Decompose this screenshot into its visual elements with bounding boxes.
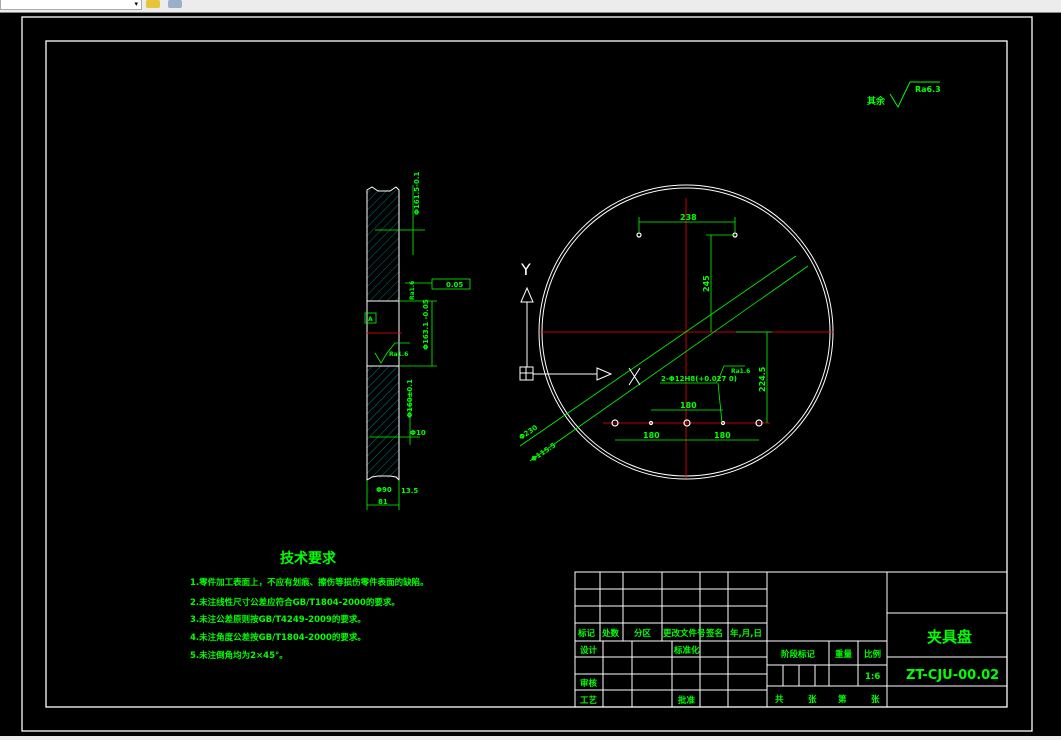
drawing-text: 更改文件号: [663, 628, 706, 639]
drawing-text: 1.零件加工表面上，不应有划痕、擦伤等损伤零件表面的缺陷。: [190, 577, 429, 588]
drawing-text: Ra1.6: [409, 281, 416, 300]
layer-properties-icon[interactable]: [146, 0, 160, 8]
drawing-entity: [21, 16, 1033, 732]
drawing-text: 张: [871, 695, 880, 705]
outer-frame: [21, 16, 1033, 732]
drawing-text: 签名: [705, 628, 723, 639]
drawing-text: 技术要求: [280, 550, 337, 567]
drawing-entity: [367, 190, 399, 301]
drawing-text: 4.未注角度公差按GB/T1804-2000的要求。: [190, 632, 366, 643]
drawing-number: ZT-CJU-00.02: [906, 668, 999, 683]
drawing-text: 比例: [864, 649, 882, 660]
drawing-text: 1:6: [865, 672, 880, 682]
plan-view: Y X 238 245 224.5 180 180 180 Φ230 Φ115.…: [518, 184, 834, 480]
drawing-text: 2-Φ12H8(+0.027 0): [661, 375, 737, 383]
drawing-entity: [520, 286, 534, 303]
drawing-text: 245: [702, 275, 711, 292]
drawing-text: Φ10: [410, 429, 426, 437]
drawing-text: 分区: [634, 628, 652, 639]
drawing-text: Φ230: [518, 423, 540, 441]
drawing-text: Φ115.5: [530, 441, 558, 463]
drawing-text: 180: [643, 431, 660, 440]
drawing-text: Y: [520, 260, 531, 279]
layer-dropdown[interactable]: ▾: [0, 0, 142, 10]
drawing-text: 其余: [867, 95, 886, 107]
status-bar: [0, 736, 1061, 740]
drawing-text: 13.5: [401, 487, 418, 495]
drawing-canvas[interactable]: 其余 Ra6.3 Φ161.5-0.1 Φ163.1 -0.05 Φ160±0.…: [0, 13, 1061, 736]
drawing-text: Ra1.6: [731, 368, 750, 375]
dropdown-arrow-icon[interactable]: ▾: [134, 0, 138, 8]
drawing-text: 0.05: [446, 281, 463, 289]
drawing-text: 2.未注线性尺寸公差应符合GB/T1804-2000的要求。: [190, 597, 400, 608]
drawing-text: 238: [680, 213, 697, 222]
drawing-text: 工艺: [580, 695, 598, 706]
toolbar: ▾: [0, 0, 1061, 13]
drawing-text: 共: [775, 694, 784, 705]
drawing-entity: [611, 232, 763, 427]
drawing-text: 81: [378, 498, 388, 506]
part-name: 夹具盘: [927, 628, 972, 646]
drawing-text: 阶段标记: [781, 649, 816, 660]
drawing-text: A: [368, 316, 373, 323]
drawing-text: 审核: [580, 678, 598, 689]
drawing-entity: [628, 367, 641, 386]
surface-roughness-note: 其余 Ra6.3: [867, 81, 941, 109]
drawing-text: 重量: [835, 649, 853, 660]
drawing-text: Φ160±0.1: [406, 379, 414, 418]
drawing-text: Φ163.1 -0.05: [422, 299, 430, 350]
drawing-text: 设计: [580, 645, 598, 656]
drawing-entity: [596, 367, 613, 381]
drawing-entity: [519, 217, 809, 462]
title-block-text: 标记 处数 分区 更改文件号 签名 年,月,日 设计 标准化 审核 工艺 批准 …: [577, 628, 999, 706]
drawing-entity: [367, 366, 399, 478]
drawing-text: Ra6.3: [915, 85, 941, 94]
drawing-text: 年,月,日: [730, 628, 762, 639]
drawing-text: 224.5: [758, 366, 767, 392]
drawing-text: 张: [808, 695, 817, 705]
technical-requirements: 技术要求 1.零件加工表面上，不应有划痕、擦伤等损伤零件表面的缺陷。 2.未注线…: [190, 550, 429, 661]
drawing-text: 第: [838, 694, 847, 705]
drawing-entity: [636, 232, 642, 238]
drawing-text: 5.未注倒角均为2×45°。: [190, 650, 288, 661]
drawing-text: 批准: [678, 695, 696, 706]
section-view: Φ161.5-0.1 Φ163.1 -0.05 Φ160±0.1 Φ10 Ra1…: [364, 171, 471, 510]
drawing-entity: [717, 382, 723, 424]
drawing-text: 180: [714, 431, 731, 440]
drawing-text: 标记: [577, 628, 596, 639]
drawing-text: 处数: [601, 628, 620, 639]
drawing-text: Ra1.6: [389, 351, 408, 358]
ucs-icon: [519, 286, 641, 386]
drawing-text: 180: [680, 401, 697, 410]
drawing-text: 标准化: [673, 645, 700, 656]
drawing-text: Φ90: [376, 486, 392, 494]
drawing-text: 3.未注公差原则按GB/T4249-2009的要求。: [190, 614, 366, 625]
layer-states-icon[interactable]: [168, 0, 182, 8]
drawing-entity: [529, 265, 809, 462]
drawing-entity: [519, 255, 797, 447]
drawing-text: Φ161.5-0.1: [413, 171, 421, 215]
